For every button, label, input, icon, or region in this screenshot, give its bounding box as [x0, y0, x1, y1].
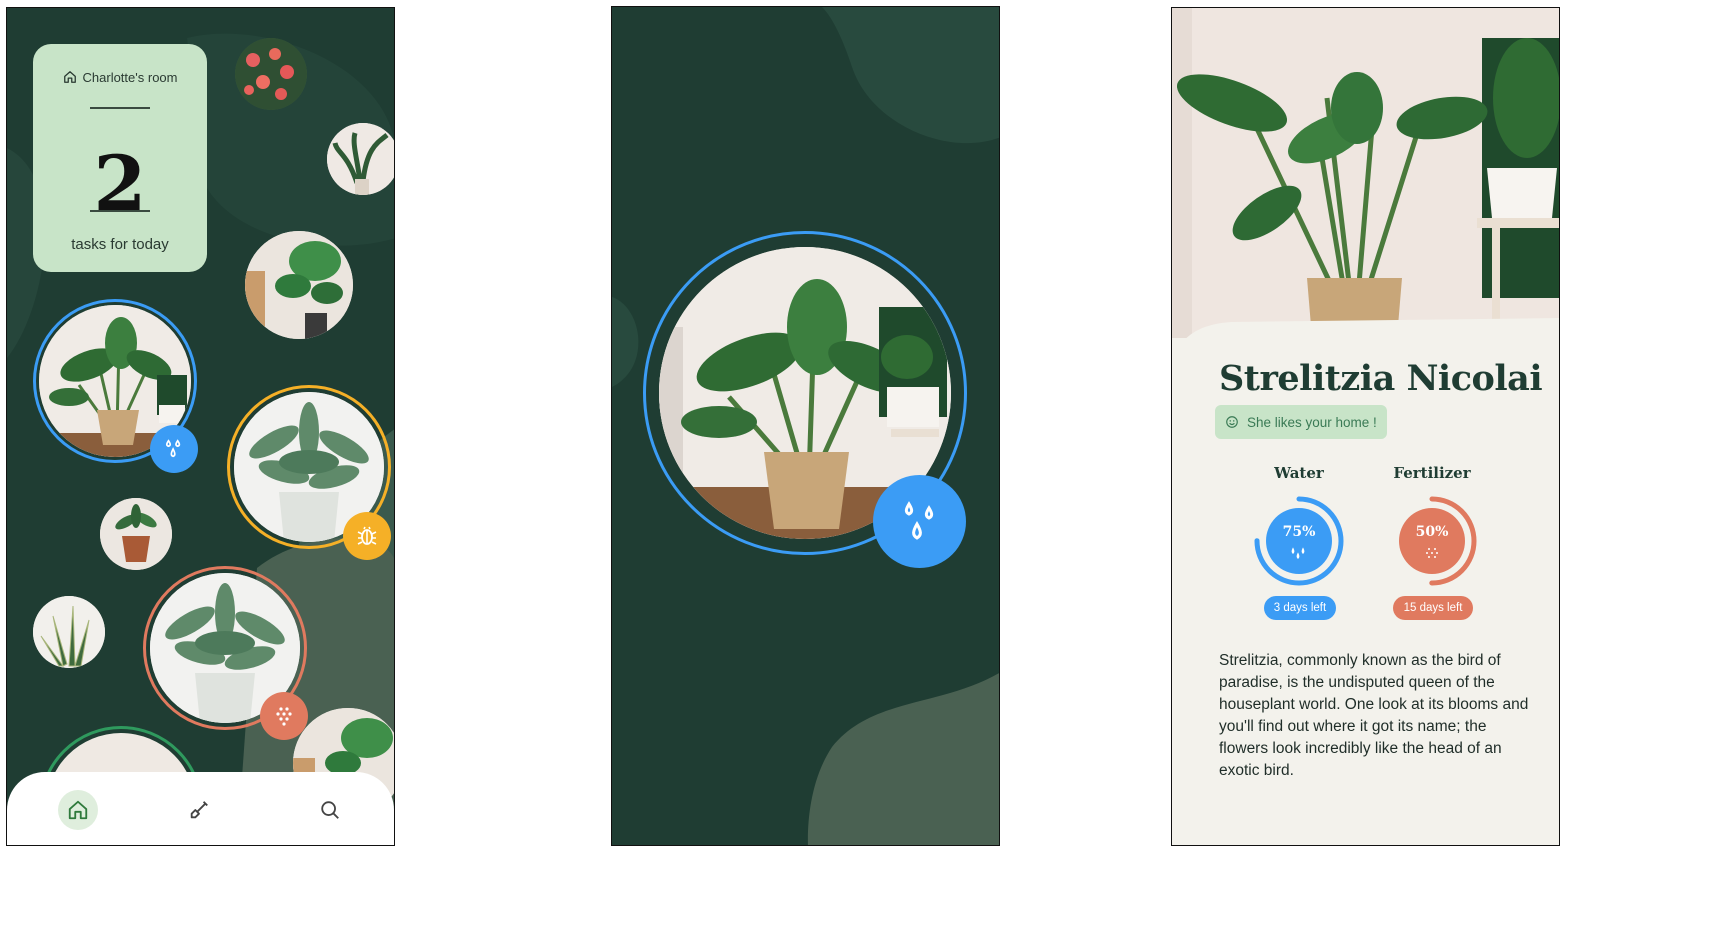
pest-badge[interactable]	[343, 512, 391, 560]
room-name: Charlotte's room	[82, 70, 178, 85]
pot-plant-image	[100, 498, 172, 570]
tasks-card[interactable]: Charlotte's room 2 tasks for today	[33, 44, 207, 272]
water-days-left: 3 days left	[1264, 596, 1336, 620]
monstera-image	[245, 231, 353, 339]
fertilizer-days-left: 15 days left	[1393, 596, 1473, 620]
snake-plant-image	[33, 596, 105, 668]
mood-chip: She likes your home !	[1215, 405, 1387, 439]
shovel-icon	[190, 801, 208, 819]
nav-search[interactable]	[310, 790, 350, 830]
fertilizer-dots-icon	[276, 707, 292, 726]
task-label: tasks for today	[71, 236, 169, 253]
nav-care[interactable]	[179, 790, 219, 830]
plant-description: Strelitzia, commonly known as the bird o…	[1219, 652, 1529, 779]
watering-screen	[611, 6, 1000, 846]
plant-detail-screen: Strelitzia Nicolai She likes your home !…	[1171, 7, 1560, 846]
home-icon	[68, 800, 88, 820]
plant-thumbnail-shelf[interactable]	[327, 123, 394, 195]
fertilizer-percent: 50%	[1415, 524, 1449, 540]
home-icon	[63, 71, 76, 83]
fertilizer-gauge	[1387, 496, 1477, 586]
search-icon	[321, 801, 339, 819]
room-header: Charlotte's room	[33, 70, 207, 85]
plant-thumbnail-snake[interactable]	[33, 596, 105, 668]
plant-thumbnail-flowers[interactable]	[235, 38, 307, 110]
water-gauge-core	[1266, 508, 1332, 574]
nav-home[interactable]	[58, 790, 98, 830]
plant-thumbnail-pot[interactable]	[100, 498, 172, 570]
water-drops-icon	[165, 439, 181, 458]
plant-name: Strelitzia Nicolai	[1219, 358, 1543, 399]
bug-icon	[357, 526, 377, 545]
mood-text: She likes your home !	[1247, 414, 1377, 430]
divider	[90, 210, 150, 212]
smiley-icon	[1226, 416, 1238, 428]
bottom-navigation	[7, 772, 394, 845]
water-label: Water	[1274, 464, 1324, 482]
home-screen: Charlotte's room 2 tasks for today	[6, 7, 395, 846]
water-gauge	[1254, 496, 1344, 586]
plant-hero-image	[1172, 8, 1559, 338]
fertilizer-gauge-core	[1399, 508, 1465, 574]
fertilizer-label: Fertilizer	[1393, 464, 1471, 482]
water-percent: 75%	[1282, 524, 1316, 540]
shelf-plant-image	[327, 123, 394, 195]
water-drops-icon	[904, 500, 933, 540]
water-badge[interactable]	[150, 425, 198, 473]
flower-plant-image	[235, 38, 307, 110]
water-badge[interactable]	[873, 475, 966, 568]
plant-thumbnail-monstera[interactable]	[245, 231, 353, 339]
divider	[90, 107, 150, 109]
